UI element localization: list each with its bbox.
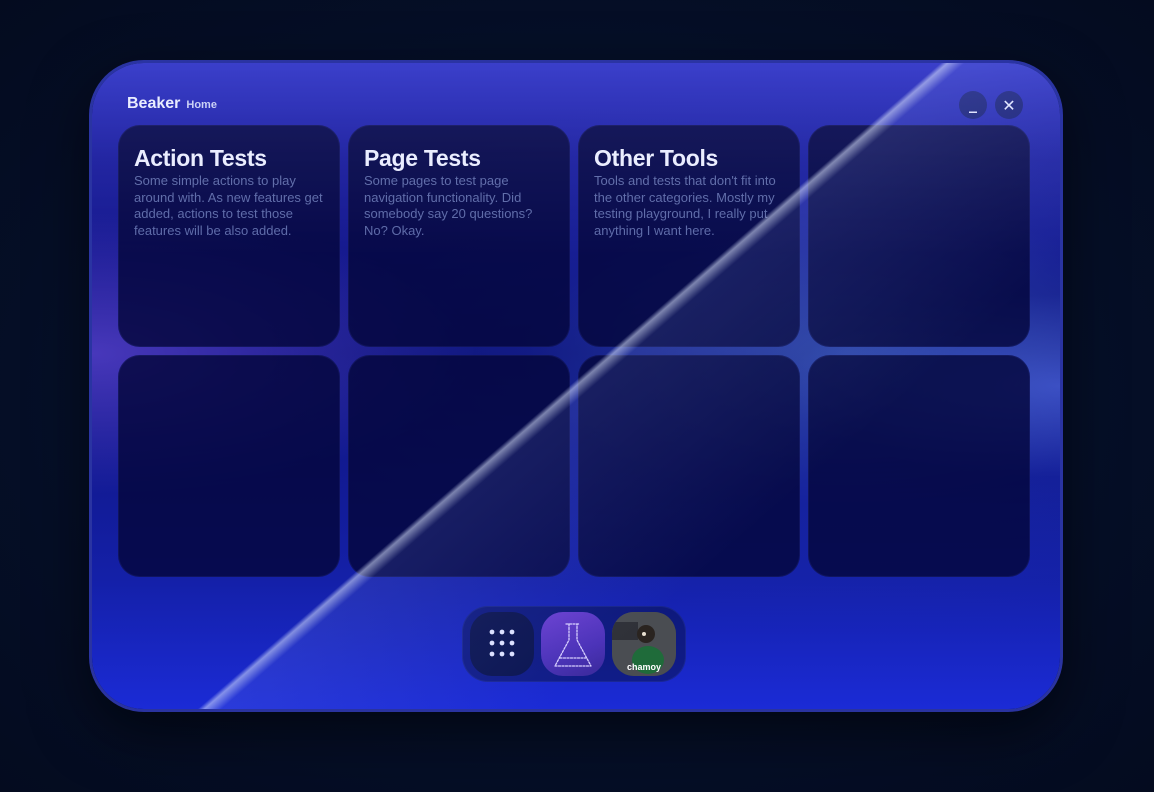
close-button[interactable]: ✕ <box>995 91 1023 119</box>
tile-title: Other Tools <box>594 145 719 171</box>
tile-title: Action Tests <box>134 145 267 171</box>
breadcrumb[interactable]: Home <box>186 99 217 111</box>
close-icon: ✕ <box>1002 95 1016 115</box>
tile-empty <box>808 355 1030 577</box>
tile-empty <box>808 125 1030 347</box>
tile-description: Tools and tests that don't fit into the … <box>594 173 776 238</box>
tile-page-tests[interactable]: Page Tests Some pages to test page navig… <box>348 125 570 347</box>
minimize-icon: _ <box>969 93 977 113</box>
beaker-icon <box>554 623 592 667</box>
tile-empty <box>348 355 570 577</box>
tile-action-tests[interactable]: Action Tests Some simple actions to play… <box>118 125 340 347</box>
avatar-label: chamoy <box>626 662 661 672</box>
tile-grid: Action Tests Some simple actions to play… <box>118 125 1034 579</box>
dock: chamoy <box>462 606 686 682</box>
title-bar: Beaker Home <box>127 95 217 113</box>
desktop-background: Beaker Home _ ✕ Action Tests Some simple… <box>0 0 1154 792</box>
beaker-app-button[interactable] <box>541 612 605 676</box>
tile-empty <box>118 355 340 577</box>
user-avatar-button[interactable]: chamoy <box>612 612 676 676</box>
app-grid-icon <box>489 629 515 657</box>
tile-description: Some simple actions to play around with.… <box>134 173 323 238</box>
tile-title: Page Tests <box>364 145 481 171</box>
tile-description: Some pages to test page navigation funct… <box>364 173 533 238</box>
minimize-button[interactable]: _ <box>959 91 987 119</box>
tile-other-tools[interactable]: Other Tools Tools and tests that don't f… <box>578 125 800 347</box>
tile-empty <box>578 355 800 577</box>
beaker-window: Beaker Home _ ✕ Action Tests Some simple… <box>92 63 1060 709</box>
app-title: Beaker <box>127 95 181 112</box>
app-grid-button[interactable] <box>470 612 534 676</box>
